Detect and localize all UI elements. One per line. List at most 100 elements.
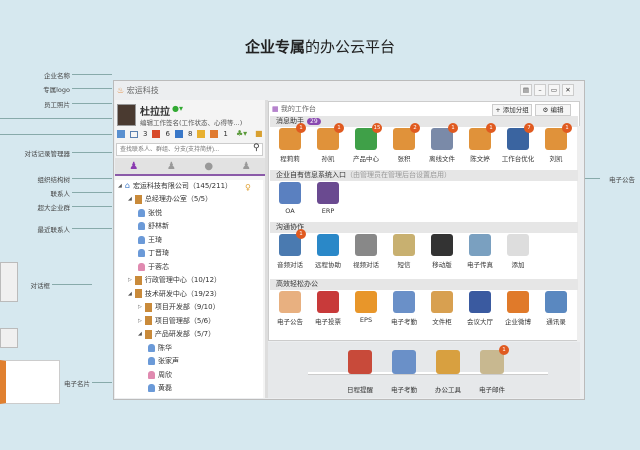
dock-item-办公工具[interactable]: 办公工具 bbox=[426, 350, 470, 394]
app-tile-OA[interactable]: OA bbox=[271, 182, 309, 215]
close-button[interactable]: ✕ bbox=[562, 84, 574, 96]
notification-badge: 1 bbox=[296, 123, 306, 133]
tree-item[interactable]: ▷ 项目开发部（9/10） bbox=[138, 301, 220, 314]
app-tile-音频对话[interactable]: 1 音频对话 bbox=[271, 229, 309, 269]
tree-item-label: 张家声 bbox=[158, 357, 179, 365]
app-tile-产品中心[interactable]: 15 产品中心 bbox=[347, 123, 385, 163]
tree-item[interactable]: ▷ 行政管理中心（10/12） bbox=[128, 274, 221, 287]
minimize-button[interactable]: – bbox=[534, 84, 546, 96]
tree-item[interactable]: ◢ ⌂ 宏运科技有限公司（145/211） bbox=[118, 179, 232, 192]
dock-item-电子邮件[interactable]: 1 电子邮件 bbox=[470, 345, 514, 394]
dock-icon bbox=[348, 350, 372, 374]
callout-line bbox=[92, 382, 112, 383]
mail-icon[interactable] bbox=[130, 130, 138, 138]
expand-arrow-icon[interactable]: ▷ bbox=[138, 304, 142, 310]
dock-item-日程提醒[interactable]: 日程提醒 bbox=[338, 350, 382, 394]
online-status-icon[interactable]: ●▾ bbox=[172, 104, 183, 113]
app-tile-陈文婷[interactable]: 1 陈文婷 bbox=[461, 123, 499, 163]
callout-line bbox=[72, 178, 112, 179]
avatar[interactable] bbox=[117, 104, 136, 126]
alert-icon[interactable] bbox=[152, 130, 161, 138]
tree-item[interactable]: 于蓉芯 bbox=[138, 260, 169, 273]
app-label: 工作台优化 bbox=[501, 155, 535, 163]
edit-button[interactable]: ⚙ 编辑 bbox=[535, 104, 571, 116]
app-icon bbox=[279, 182, 301, 204]
tree-item[interactable]: 陈华 bbox=[148, 341, 172, 354]
app-tile-远程协助[interactable]: 远程协助 bbox=[309, 234, 347, 269]
dock-item-电子考勤[interactable]: 电子考勤 bbox=[382, 350, 426, 394]
app-tile-添加[interactable]: 添加 bbox=[499, 234, 537, 269]
tab-recent[interactable]: ♟ bbox=[242, 161, 251, 172]
notification-badge: 1 bbox=[334, 123, 344, 133]
app-icon bbox=[355, 291, 377, 313]
app-tile-视频对话[interactable]: 视频对话 bbox=[347, 234, 385, 269]
tab-groups[interactable]: ● bbox=[204, 161, 213, 172]
search-input[interactable] bbox=[116, 143, 263, 156]
group-icon[interactable]: ■ bbox=[255, 129, 263, 138]
collapse-arrow-icon[interactable]: ◢ bbox=[138, 331, 142, 337]
app-tile-ERP[interactable]: ERP bbox=[309, 182, 347, 215]
app-tile-电子考勤[interactable]: 电子考勤 bbox=[385, 291, 423, 326]
task-icon[interactable] bbox=[210, 130, 219, 138]
tree-item[interactable]: 周欣 bbox=[148, 368, 172, 381]
signature[interactable]: 编辑工作签名(工作状态、心得等...) bbox=[140, 117, 242, 127]
app-tile-短信[interactable]: 短信 bbox=[385, 234, 423, 269]
app-tile-移动版[interactable]: 移动版 bbox=[423, 234, 461, 269]
add-contact-icon[interactable]: ♣▾ bbox=[236, 129, 247, 138]
tree-item[interactable]: ▷ 项目管理部（5/6） bbox=[138, 314, 215, 327]
app-label: 电子考勤 bbox=[391, 318, 417, 326]
menu-button[interactable]: ▤ bbox=[520, 84, 532, 96]
chart-icon[interactable] bbox=[174, 130, 183, 138]
search-icon[interactable]: ⚲ bbox=[253, 143, 260, 153]
app-label: EPS bbox=[359, 316, 373, 324]
app-tile-文件柜[interactable]: 文件柜 bbox=[423, 291, 461, 326]
tree-item[interactable]: ◢ 产品研发部（5/7） bbox=[138, 328, 215, 341]
notes-icon[interactable] bbox=[117, 130, 125, 138]
section-title: 企业自有信息系统入口 bbox=[276, 171, 346, 179]
app-tile-电子投票[interactable]: 电子投票 bbox=[309, 291, 347, 326]
tab-org-tree[interactable]: ♟ bbox=[129, 161, 138, 172]
tab-contacts[interactable]: ♟ bbox=[167, 161, 176, 172]
app-tile-张积[interactable]: 2 张积 bbox=[385, 123, 423, 163]
scrollbar[interactable] bbox=[577, 126, 580, 341]
person-icon bbox=[148, 384, 155, 392]
tree-item[interactable]: 黄磊 bbox=[148, 382, 172, 395]
app-tile-工作台优化[interactable]: 7 工作台优化 bbox=[499, 123, 537, 163]
app-icon: 1 bbox=[431, 123, 458, 150]
collapse-arrow-icon[interactable]: ▷ bbox=[128, 277, 132, 283]
app-tile-通讯录[interactable]: 通讯录 bbox=[537, 291, 575, 326]
dock-label: 办公工具 bbox=[435, 386, 461, 394]
collapse-arrow-icon[interactable]: ◢ bbox=[128, 196, 132, 202]
app-icon: 1 bbox=[279, 123, 306, 150]
app-tile-离线文件[interactable]: 1 离线文件 bbox=[423, 123, 461, 163]
tree-item-label: 项目管理部（5/6） bbox=[154, 316, 216, 325]
tree-item[interactable]: 张悦 bbox=[138, 206, 162, 219]
add-group-button[interactable]: + 添加分组 bbox=[492, 104, 532, 116]
person-icon bbox=[138, 208, 145, 217]
app-tile-电子传真[interactable]: 电子传真 bbox=[461, 234, 499, 269]
app-tile-会议大厅[interactable]: 会议大厅 bbox=[461, 291, 499, 326]
callout-label: 企业名称 bbox=[44, 72, 70, 80]
user-name[interactable]: 杜拉拉 bbox=[140, 103, 170, 118]
expand-arrow-icon[interactable]: ▷ bbox=[138, 318, 142, 324]
tree-item[interactable]: 张家声 bbox=[148, 355, 179, 368]
app-tile-程莉莉[interactable]: 1 程莉莉 bbox=[271, 123, 309, 163]
note-icon[interactable] bbox=[197, 130, 206, 138]
app-icon: 1 bbox=[469, 123, 496, 150]
app-tile-电子公告[interactable]: 电子公告 bbox=[271, 291, 309, 326]
maximize-button[interactable]: ▭ bbox=[548, 84, 560, 96]
tree-item[interactable]: 王琦 bbox=[138, 233, 162, 246]
callout-label: 专属logo bbox=[43, 86, 70, 94]
app-tile-刘凯[interactable]: 1 刘凯 bbox=[537, 123, 575, 163]
app-tile-EPS[interactable]: EPS bbox=[347, 291, 385, 324]
tree-item[interactable]: ◢ 总经理办公室（5/5） bbox=[128, 193, 212, 206]
folder-icon bbox=[144, 316, 152, 325]
collapse-arrow-icon[interactable]: ◢ bbox=[118, 183, 122, 189]
callout-line bbox=[0, 118, 112, 119]
tree-item[interactable]: ◢ 技术研发中心（19/23） bbox=[128, 287, 221, 300]
app-tile-企业微博[interactable]: 企业微博 bbox=[499, 291, 537, 326]
tree-item[interactable]: 丁晋琦 bbox=[138, 247, 169, 260]
app-tile-孙凯[interactable]: 1 孙凯 bbox=[309, 123, 347, 163]
collapse-arrow-icon[interactable]: ◢ bbox=[128, 291, 132, 297]
tree-item[interactable]: 舒林新 bbox=[138, 220, 169, 233]
